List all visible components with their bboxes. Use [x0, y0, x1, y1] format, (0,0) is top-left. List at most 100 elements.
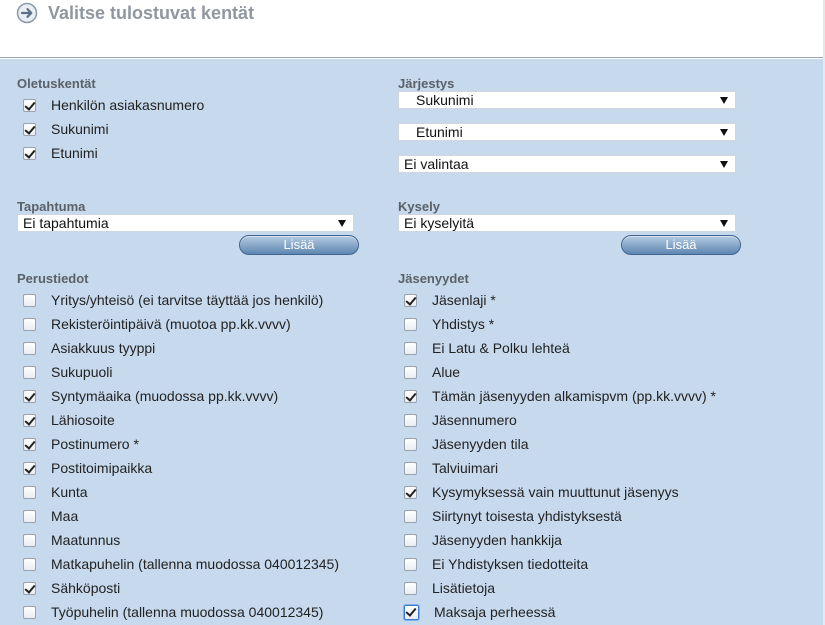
checkbox-label: Jäsenlaji * — [432, 292, 496, 308]
checkbox[interactable] — [23, 557, 36, 571]
checkbox[interactable] — [404, 485, 417, 499]
checkbox-row[interactable]: Sukunimi — [23, 119, 109, 139]
sort-select-3[interactable]: Ei valintaa — [398, 155, 736, 173]
checkbox-row[interactable]: Jäsenyyden tila — [404, 434, 529, 454]
checkbox[interactable] — [404, 557, 417, 571]
sort-select-3-value: Ei valintaa — [404, 156, 469, 172]
checkbox-label: Siirtynyt toisesta yhdistyksestä — [432, 508, 622, 524]
chevron-down-icon — [720, 161, 728, 168]
checkbox-label: Matkapuhelin (tallenna muodossa 04001234… — [51, 556, 339, 572]
checkbox-label: Sukunimi — [51, 121, 109, 137]
checkbox-row[interactable]: Ei Latu & Polku lehteä — [404, 338, 570, 358]
checkbox[interactable] — [404, 365, 417, 379]
checkbox-row[interactable]: Alue — [404, 362, 460, 382]
checkbox[interactable] — [23, 485, 36, 499]
checkbox[interactable] — [404, 293, 417, 307]
event-select-value: Ei tapahtumia — [23, 215, 109, 231]
checkbox-row[interactable]: Yritys/yhteisö (ei tarvitse täyttää jos … — [23, 290, 323, 310]
checkbox-label: Jäsenyyden hankkija — [432, 532, 562, 548]
sort-select-2[interactable]: Etunimi — [398, 123, 736, 141]
checkbox-row[interactable]: Jäsenlaji * — [404, 290, 496, 310]
checkbox-row[interactable]: Lisätietoja — [404, 578, 495, 598]
checkbox-row[interactable]: Maksaja perheessä — [404, 602, 555, 622]
checkbox-row[interactable]: Kunta — [23, 482, 88, 502]
checkbox-row[interactable]: Sähköposti — [23, 578, 120, 598]
checkbox-row[interactable]: Henkilön asiakasnumero — [23, 95, 204, 115]
checkbox-row[interactable]: Etunimi — [23, 143, 98, 163]
checkbox-row[interactable]: Ei Yhdistyksen tiedotteita — [404, 554, 588, 574]
section-title-perustiedot: Perustiedot — [17, 271, 89, 286]
checkbox[interactable] — [404, 533, 417, 547]
chevron-down-icon — [720, 129, 728, 136]
add-survey-button[interactable]: Lisää — [621, 235, 741, 255]
checkbox[interactable] — [23, 461, 36, 475]
checkbox-label: Ei Yhdistyksen tiedotteita — [432, 556, 589, 572]
event-select[interactable]: Ei tapahtumia — [17, 214, 354, 232]
checkbox-row[interactable]: Jäsennumero — [404, 410, 517, 430]
checkbox-row[interactable]: Asiakkuus tyyppi — [23, 338, 155, 358]
checkbox-row[interactable]: Siirtynyt toisesta yhdistyksestä — [404, 506, 622, 526]
checkbox-row[interactable]: Syntymäaika (muodossa pp.kk.vvvv) — [23, 386, 278, 406]
checkbox-label: Alue — [432, 364, 461, 380]
checkbox[interactable] — [23, 293, 36, 307]
checkbox[interactable] — [404, 317, 417, 331]
checkbox[interactable] — [404, 461, 417, 475]
checkbox-row[interactable]: Yhdistys * — [404, 314, 494, 334]
section-title-jarjestys: Järjestys — [398, 76, 455, 91]
checkbox-row[interactable]: Postinumero * — [23, 434, 139, 454]
checkbox-label: Rekisteröintipäivä (muotoa pp.kk.vvvv) — [51, 316, 291, 332]
checkbox-label: Ei Latu & Polku lehteä — [432, 340, 570, 356]
checkbox[interactable] — [23, 413, 36, 427]
checkbox-label: Maatunnus — [51, 532, 121, 548]
checkbox-row[interactable]: Tämän jäsenyyden alkamispvm (pp.kk.vvvv)… — [404, 386, 716, 406]
checkbox-row[interactable]: Sukupuoli — [23, 362, 113, 382]
checkbox[interactable] — [404, 341, 417, 355]
checkbox-label: Tämän jäsenyyden alkamispvm (pp.kk.vvvv)… — [432, 388, 716, 404]
checkbox-row[interactable]: Talviuimari — [404, 458, 498, 478]
chevron-down-icon — [338, 220, 346, 227]
checkbox[interactable] — [404, 389, 417, 403]
checkbox-row[interactable]: Postitoimipaikka — [23, 458, 152, 478]
checkbox-row[interactable]: Jäsenyyden hankkija — [404, 530, 562, 550]
checkbox[interactable] — [23, 146, 36, 160]
checkbox[interactable] — [23, 533, 36, 547]
checkbox-label: Lisätietoja — [432, 580, 496, 596]
checkbox-label: Jäsenyyden tila — [432, 436, 529, 452]
checkbox-row[interactable]: Kysymyksessä vain muuttunut jäsenyys — [404, 482, 679, 502]
checkbox[interactable] — [23, 389, 36, 403]
checkbox-label: Yhdistys * — [432, 316, 495, 332]
checkbox-label: Sukupuoli — [51, 364, 113, 380]
add-event-button[interactable]: Lisää — [239, 235, 359, 255]
checkbox-label: Maksaja perheessä — [434, 604, 556, 620]
checkbox[interactable] — [23, 509, 36, 523]
checkbox[interactable] — [23, 98, 36, 112]
survey-select[interactable]: Ei kyselyitä — [398, 214, 736, 232]
section-title-jasenyydet: Jäsenyydet — [398, 271, 469, 286]
checkbox[interactable] — [404, 509, 417, 523]
checkbox-label: Asiakkuus tyyppi — [51, 340, 156, 356]
checkbox[interactable] — [23, 341, 36, 355]
checkbox[interactable] — [23, 365, 36, 379]
checkbox[interactable] — [404, 413, 417, 427]
checkbox-label: Syntymäaika (muodossa pp.kk.vvvv) — [51, 388, 279, 404]
checkbox-row[interactable]: Maa — [23, 506, 78, 526]
checkbox[interactable] — [404, 437, 417, 451]
sort-select-1[interactable]: Sukunimi — [398, 91, 736, 109]
checkbox[interactable] — [23, 317, 36, 331]
checkbox-row[interactable]: Matkapuhelin (tallenna muodossa 04001234… — [23, 554, 339, 574]
checkbox-row[interactable]: Lähiosoite — [23, 410, 115, 430]
checkbox[interactable] — [23, 122, 36, 136]
checkbox[interactable] — [23, 581, 36, 595]
checkbox-label: Työpuhelin (tallenna muodossa 040012345) — [51, 604, 324, 620]
checkbox[interactable] — [404, 581, 417, 595]
checkbox-label: Talviuimari — [432, 460, 499, 476]
chevron-down-icon — [720, 97, 728, 104]
checkbox-row[interactable]: Rekisteröintipäivä (muotoa pp.kk.vvvv) — [23, 314, 291, 334]
checkbox-label: Yritys/yhteisö (ei tarvitse täyttää jos … — [51, 292, 324, 308]
checkbox-label: Postitoimipaikka — [51, 460, 153, 476]
checkbox-row[interactable]: Työpuhelin (tallenna muodossa 040012345) — [23, 602, 323, 622]
checkbox[interactable] — [23, 437, 36, 451]
checkbox[interactable] — [404, 604, 419, 620]
checkbox-row[interactable]: Maatunnus — [23, 530, 120, 550]
checkbox[interactable] — [23, 605, 36, 619]
